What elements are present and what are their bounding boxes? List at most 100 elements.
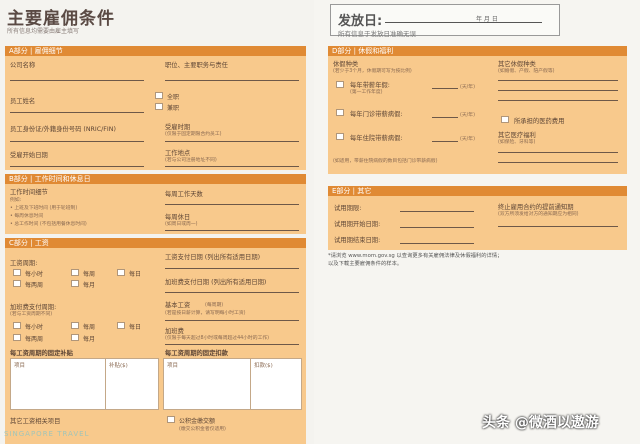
leave-types-note: (若少于3个月，休假期可写为按比例): [333, 69, 412, 74]
leave-footnote: (如适用，带薪住院病假的数目包括门诊带薪病假): [333, 159, 438, 164]
ot-fortnightly-label: 每两周: [25, 336, 44, 343]
section-d-body: 休假种类 (若少于3个月，休假期可写为按比例) 每年带薪年假: (第一工作年度)…: [328, 56, 627, 174]
work-arrangement-note-3: • 每周休息时间: [10, 214, 44, 219]
job-title-field[interactable]: [165, 80, 299, 81]
deduction-item-header: 项目: [167, 363, 179, 369]
ot-weekly-checkbox[interactable]: [71, 322, 79, 329]
overtime-rate-field[interactable]: [165, 344, 299, 345]
website-footnote-line-2: 以及下载主要雇佣条件的样本。: [328, 261, 403, 267]
ot-monthly-checkbox[interactable]: [71, 334, 79, 341]
other-benefits-field-1[interactable]: [498, 152, 618, 153]
employment-period-field[interactable]: [165, 141, 299, 142]
part-time-label: 兼职: [167, 105, 180, 112]
fixed-allowances-table[interactable]: 项目 补贴($): [10, 358, 159, 410]
salary-fortnightly-label: 每两周: [25, 282, 44, 289]
id-number-label: 员工身份证/外籍身份号码 (NRIC/FIN): [10, 126, 116, 133]
salary-daily-label: 每日: [129, 271, 142, 278]
ot-hourly-checkbox[interactable]: [13, 322, 21, 329]
hospital-leave-checkbox[interactable]: [336, 133, 344, 140]
annual-leave-field[interactable]: [432, 88, 458, 89]
other-leave-field-1[interactable]: [498, 80, 618, 81]
other-benefits-field-2[interactable]: [498, 162, 618, 163]
overtime-period-note: (若与工资周期不同): [10, 312, 53, 317]
issue-date-field[interactable]: [385, 22, 542, 23]
work-arrangement-label: 工作时间细节: [10, 189, 48, 196]
basic-salary-field[interactable]: [165, 320, 299, 321]
section-e-header: E部分 | 其它: [328, 186, 627, 196]
medical-benefits-checkbox[interactable]: [501, 116, 509, 123]
hospital-leave-field[interactable]: [432, 141, 458, 142]
hospital-leave-unit: (天/年): [460, 137, 475, 142]
overtime-payment-date-field[interactable]: [165, 292, 299, 293]
probation-period-field[interactable]: [400, 211, 474, 212]
watermark-right: 头条 @微酒以遨游: [482, 415, 599, 431]
section-a-body: 公司名称 职位、主要职务与责任 员工姓名 全职 兼职 员工身份证/外籍身份号码 …: [5, 56, 306, 170]
section-c-header: C部分 | 工资: [5, 238, 306, 248]
section-b-body: 工作时间细节 例如: • 上班及下班时间 (用于轮班制) • 每周休息时间 • …: [5, 184, 306, 234]
ot-fortnightly-checkbox[interactable]: [13, 334, 21, 341]
salary-hourly-checkbox[interactable]: [13, 269, 21, 276]
annual-leave-unit: (天/年): [460, 85, 475, 90]
salary-hourly-label: 每小时: [25, 271, 44, 278]
rest-day-field[interactable]: [165, 230, 299, 231]
full-time-checkbox[interactable]: [155, 92, 163, 99]
outpatient-leave-label: 每年门诊带薪病假:: [350, 111, 403, 118]
company-name-label: 公司名称: [10, 62, 36, 69]
basic-salary-note: (每周期): [205, 303, 224, 308]
employee-name-field[interactable]: [10, 112, 144, 113]
salary-monthly-label: 每月: [83, 282, 96, 289]
deduction-amount-header: 扣款($): [254, 363, 273, 369]
fixed-allowances-label: 每工资周期的固定补贴: [10, 350, 73, 357]
basic-salary-label: 基本工资: [165, 302, 191, 309]
section-e-body: 试用期限: 试用期开始日期: 试用期结束日期: 终止雇用合约的提前通知期 (双方…: [328, 196, 627, 250]
company-name-field[interactable]: [10, 80, 144, 81]
salary-period-label: 工资周期:: [10, 260, 38, 267]
other-leave-field-2[interactable]: [498, 90, 618, 91]
employee-name-label: 员工姓名: [10, 98, 36, 105]
outpatient-leave-field[interactable]: [432, 117, 458, 118]
salary-daily-checkbox[interactable]: [117, 269, 125, 276]
full-time-label: 全职: [167, 94, 180, 101]
probation-end-field[interactable]: [400, 243, 474, 244]
other-leave-field-3[interactable]: [498, 100, 618, 101]
ot-daily-label: 每日: [129, 324, 142, 331]
work-place-note: (若与公司注册地址不同): [165, 158, 217, 163]
cpf-note: (缴交公积金者仅适用): [179, 427, 226, 432]
employment-period-note: (仅限于固定期限合约员工): [165, 132, 222, 137]
overtime-payment-date-label: 加班费支付日期 (列出所有适用日期): [165, 279, 267, 286]
section-d-header: D部分 | 休假和福利: [328, 46, 627, 56]
days-per-week-field[interactable]: [165, 204, 299, 205]
salary-payment-date-field[interactable]: [165, 268, 299, 269]
annual-leave-checkbox[interactable]: [336, 81, 344, 88]
section-c-body: 工资周期: 每小时 每周 每日 每两周 每月 工资支付日期 (列出所有适用日期)…: [5, 248, 306, 444]
salary-weekly-label: 每周: [83, 271, 96, 278]
probation-end-label: 试用期结束日期:: [334, 237, 381, 244]
salary-fortnightly-checkbox[interactable]: [13, 280, 21, 287]
form-subtitle: 所有信息均需要由雇主填写: [7, 28, 80, 35]
part-time-checkbox[interactable]: [155, 103, 163, 110]
cpf-label: 公积金缴交额: [179, 418, 216, 425]
allowance-item-header: 项目: [14, 363, 26, 369]
start-date-label: 受雇开始日期: [10, 152, 48, 159]
salary-weekly-checkbox[interactable]: [71, 269, 79, 276]
salary-monthly-checkbox[interactable]: [71, 280, 79, 287]
other-salary-label: 其它工资相关项目: [10, 418, 61, 425]
basic-salary-note-2: (若是按日薪计算，请写明每小时工资): [165, 311, 246, 316]
probation-start-field[interactable]: [400, 227, 474, 228]
watermark-left: SINGAPORE TRAVEL: [4, 430, 90, 438]
fixed-deductions-table[interactable]: 项目 扣款($): [163, 358, 302, 410]
work-place-field[interactable]: [165, 166, 299, 167]
issue-date-label: 发放日:: [338, 14, 383, 29]
start-date-field[interactable]: [10, 166, 144, 167]
other-benefits-note: (如保险、牙科等): [498, 140, 536, 145]
salary-payment-date-label: 工资支付日期 (列出所有适用日期): [165, 254, 261, 261]
notice-period-field[interactable]: [498, 226, 618, 227]
cpf-checkbox[interactable]: [167, 416, 175, 423]
outpatient-leave-checkbox[interactable]: [336, 109, 344, 116]
probation-period-label: 试用期限:: [334, 205, 362, 212]
section-a-header: A部分 | 雇佣细节: [5, 46, 306, 56]
ot-daily-checkbox[interactable]: [117, 322, 125, 329]
allowance-column-divider: [105, 359, 106, 409]
ot-hourly-label: 每小时: [25, 324, 44, 331]
id-number-field[interactable]: [10, 141, 144, 142]
